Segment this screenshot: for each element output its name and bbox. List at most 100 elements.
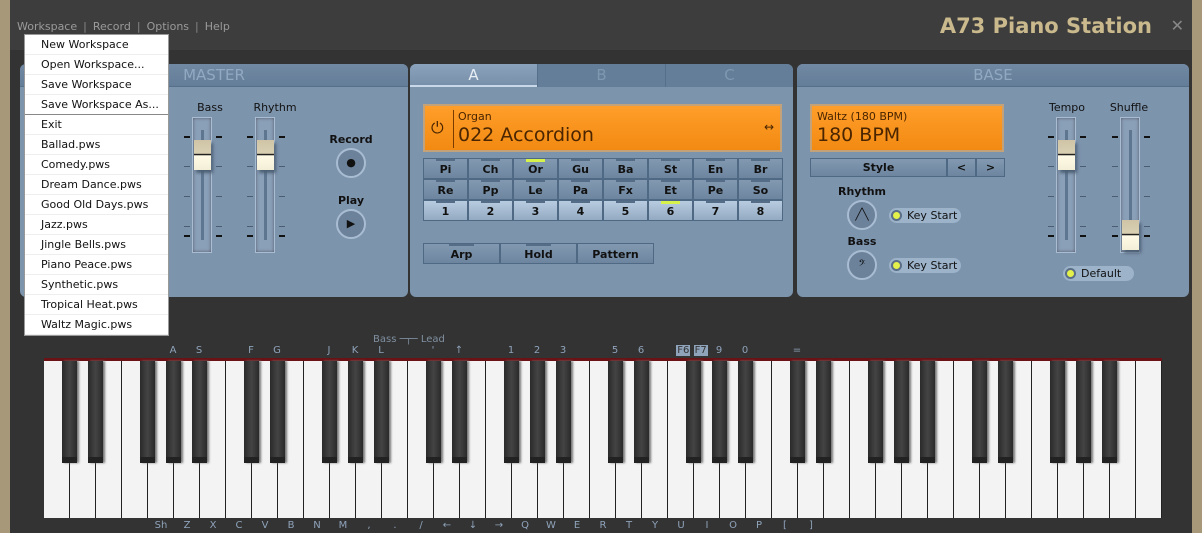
voice-button[interactable]: Et — [648, 179, 693, 200]
black-key[interactable] — [868, 361, 883, 463]
master-rhythm-slider[interactable] — [247, 117, 285, 253]
black-key[interactable] — [426, 361, 441, 463]
black-key[interactable] — [88, 361, 103, 463]
pattern-button[interactable]: Pattern — [577, 243, 654, 264]
black-key[interactable] — [608, 361, 623, 463]
piano-keyboard[interactable]: A S F G J K L ' ↑ 1 2 3 5 6 F6 F7 9 0 = Sh Z X C V B N M,. / ← ↓ → Q W E… — [44, 345, 1162, 531]
voice-button[interactable]: St — [648, 158, 693, 179]
menu-help[interactable]: Help — [205, 20, 230, 33]
voice-button[interactable]: En — [693, 158, 738, 179]
menu-item-file[interactable]: Jazz.pws — [25, 215, 168, 235]
voice-button[interactable]: Pa — [558, 179, 603, 200]
black-key[interactable] — [504, 361, 519, 463]
black-key[interactable] — [556, 361, 571, 463]
black-key[interactable] — [1102, 361, 1117, 463]
hold-button[interactable]: Hold — [500, 243, 577, 264]
voice-button[interactable]: Fx — [603, 179, 648, 200]
voice-button[interactable]: Ba — [603, 158, 648, 179]
black-key[interactable] — [894, 361, 909, 463]
slider-thumb[interactable] — [257, 140, 274, 170]
split-icon[interactable]: ↔ — [764, 120, 774, 134]
bass-button[interactable]: 𝄢 — [847, 250, 877, 280]
voice-button[interactable]: Or — [513, 158, 558, 179]
menu-item[interactable]: Open Workspace... — [25, 55, 168, 75]
menu-item-file[interactable]: Good Old Days.pws — [25, 195, 168, 215]
black-key[interactable] — [634, 361, 649, 463]
voice-button[interactable]: 3 — [513, 200, 558, 221]
black-key[interactable] — [322, 361, 337, 463]
tempo-slider[interactable] — [1048, 117, 1086, 253]
menu-item-file[interactable]: Piano Peace.pws — [25, 255, 168, 275]
voice-button[interactable]: 5 — [603, 200, 648, 221]
black-key[interactable] — [374, 361, 389, 463]
style-next-button[interactable]: > — [976, 158, 1005, 177]
power-icon[interactable]: ⏻ — [431, 118, 444, 138]
menu-item-file[interactable]: Ballad.pws — [25, 135, 168, 155]
voice-button[interactable]: Le — [513, 179, 558, 200]
master-bass-slider[interactable] — [184, 117, 222, 253]
menu-item-file[interactable]: Tropical Heat.pws — [25, 295, 168, 315]
shuffle-slider[interactable] — [1112, 117, 1150, 253]
black-key[interactable] — [738, 361, 753, 463]
menu-item[interactable]: Save Workspace — [25, 75, 168, 95]
menu-item-file[interactable]: Jingle Bells.pws — [25, 235, 168, 255]
black-key[interactable] — [790, 361, 805, 463]
play-button[interactable]: ▶ — [336, 209, 366, 239]
slider-thumb[interactable] — [1122, 220, 1139, 250]
black-key[interactable] — [920, 361, 935, 463]
menu-item[interactable]: New Workspace — [25, 35, 168, 55]
voice-button[interactable]: Br — [738, 158, 783, 179]
voice-button[interactable]: So — [738, 179, 783, 200]
menu-item-file[interactable]: Dream Dance.pws — [25, 175, 168, 195]
black-key[interactable] — [712, 361, 727, 463]
black-key[interactable] — [816, 361, 831, 463]
bass-key-start-toggle[interactable]: Key Start — [889, 258, 961, 273]
black-key[interactable] — [530, 361, 545, 463]
black-key[interactable] — [686, 361, 701, 463]
record-button[interactable]: ● — [336, 148, 366, 178]
menu-item-file[interactable]: Waltz Magic.pws — [25, 315, 168, 335]
default-toggle[interactable]: Default — [1063, 266, 1134, 281]
voice-button[interactable]: 4 — [558, 200, 603, 221]
black-key[interactable] — [192, 361, 207, 463]
black-key[interactable] — [452, 361, 467, 463]
black-key[interactable] — [244, 361, 259, 463]
menu-item-file[interactable]: Comedy.pws — [25, 155, 168, 175]
menu-options[interactable]: Options — [147, 20, 189, 33]
voice-button[interactable]: 1 — [423, 200, 468, 221]
voice-button[interactable]: 6 — [648, 200, 693, 221]
black-key[interactable] — [140, 361, 155, 463]
tab-b[interactable]: B — [537, 64, 665, 87]
tab-c[interactable]: C — [665, 64, 793, 87]
black-key[interactable] — [166, 361, 181, 463]
rhythm-key-start-toggle[interactable]: Key Start — [889, 208, 961, 223]
style-button[interactable]: Style — [810, 158, 947, 177]
black-key[interactable] — [998, 361, 1013, 463]
arp-button[interactable]: Arp — [423, 243, 500, 264]
slider-thumb[interactable] — [1058, 140, 1075, 170]
menu-item[interactable]: Save Workspace As... — [25, 95, 168, 115]
black-key[interactable] — [270, 361, 285, 463]
style-prev-button[interactable]: < — [947, 158, 976, 177]
voice-button[interactable]: 7 — [693, 200, 738, 221]
menu-workspace[interactable]: Workspace — [17, 20, 77, 33]
white-key[interactable] — [1136, 361, 1162, 518]
menu-item[interactable]: Exit — [25, 115, 168, 135]
voice-button[interactable]: 2 — [468, 200, 513, 221]
black-key[interactable] — [348, 361, 363, 463]
voice-button[interactable]: Re — [423, 179, 468, 200]
voice-button[interactable]: Ch — [468, 158, 513, 179]
black-key[interactable] — [62, 361, 77, 463]
menu-record[interactable]: Record — [93, 20, 131, 33]
voice-button[interactable]: Gu — [558, 158, 603, 179]
black-key[interactable] — [972, 361, 987, 463]
menu-item-file[interactable]: Synthetic.pws — [25, 275, 168, 295]
black-key[interactable] — [1076, 361, 1091, 463]
voice-button[interactable]: Pe — [693, 179, 738, 200]
voice-button[interactable]: Pi — [423, 158, 468, 179]
rhythm-button[interactable]: ╱╲ — [847, 200, 877, 230]
slider-thumb[interactable] — [194, 140, 211, 170]
black-key[interactable] — [1050, 361, 1065, 463]
voice-button[interactable]: Pp — [468, 179, 513, 200]
close-icon[interactable]: ✕ — [1171, 16, 1184, 35]
